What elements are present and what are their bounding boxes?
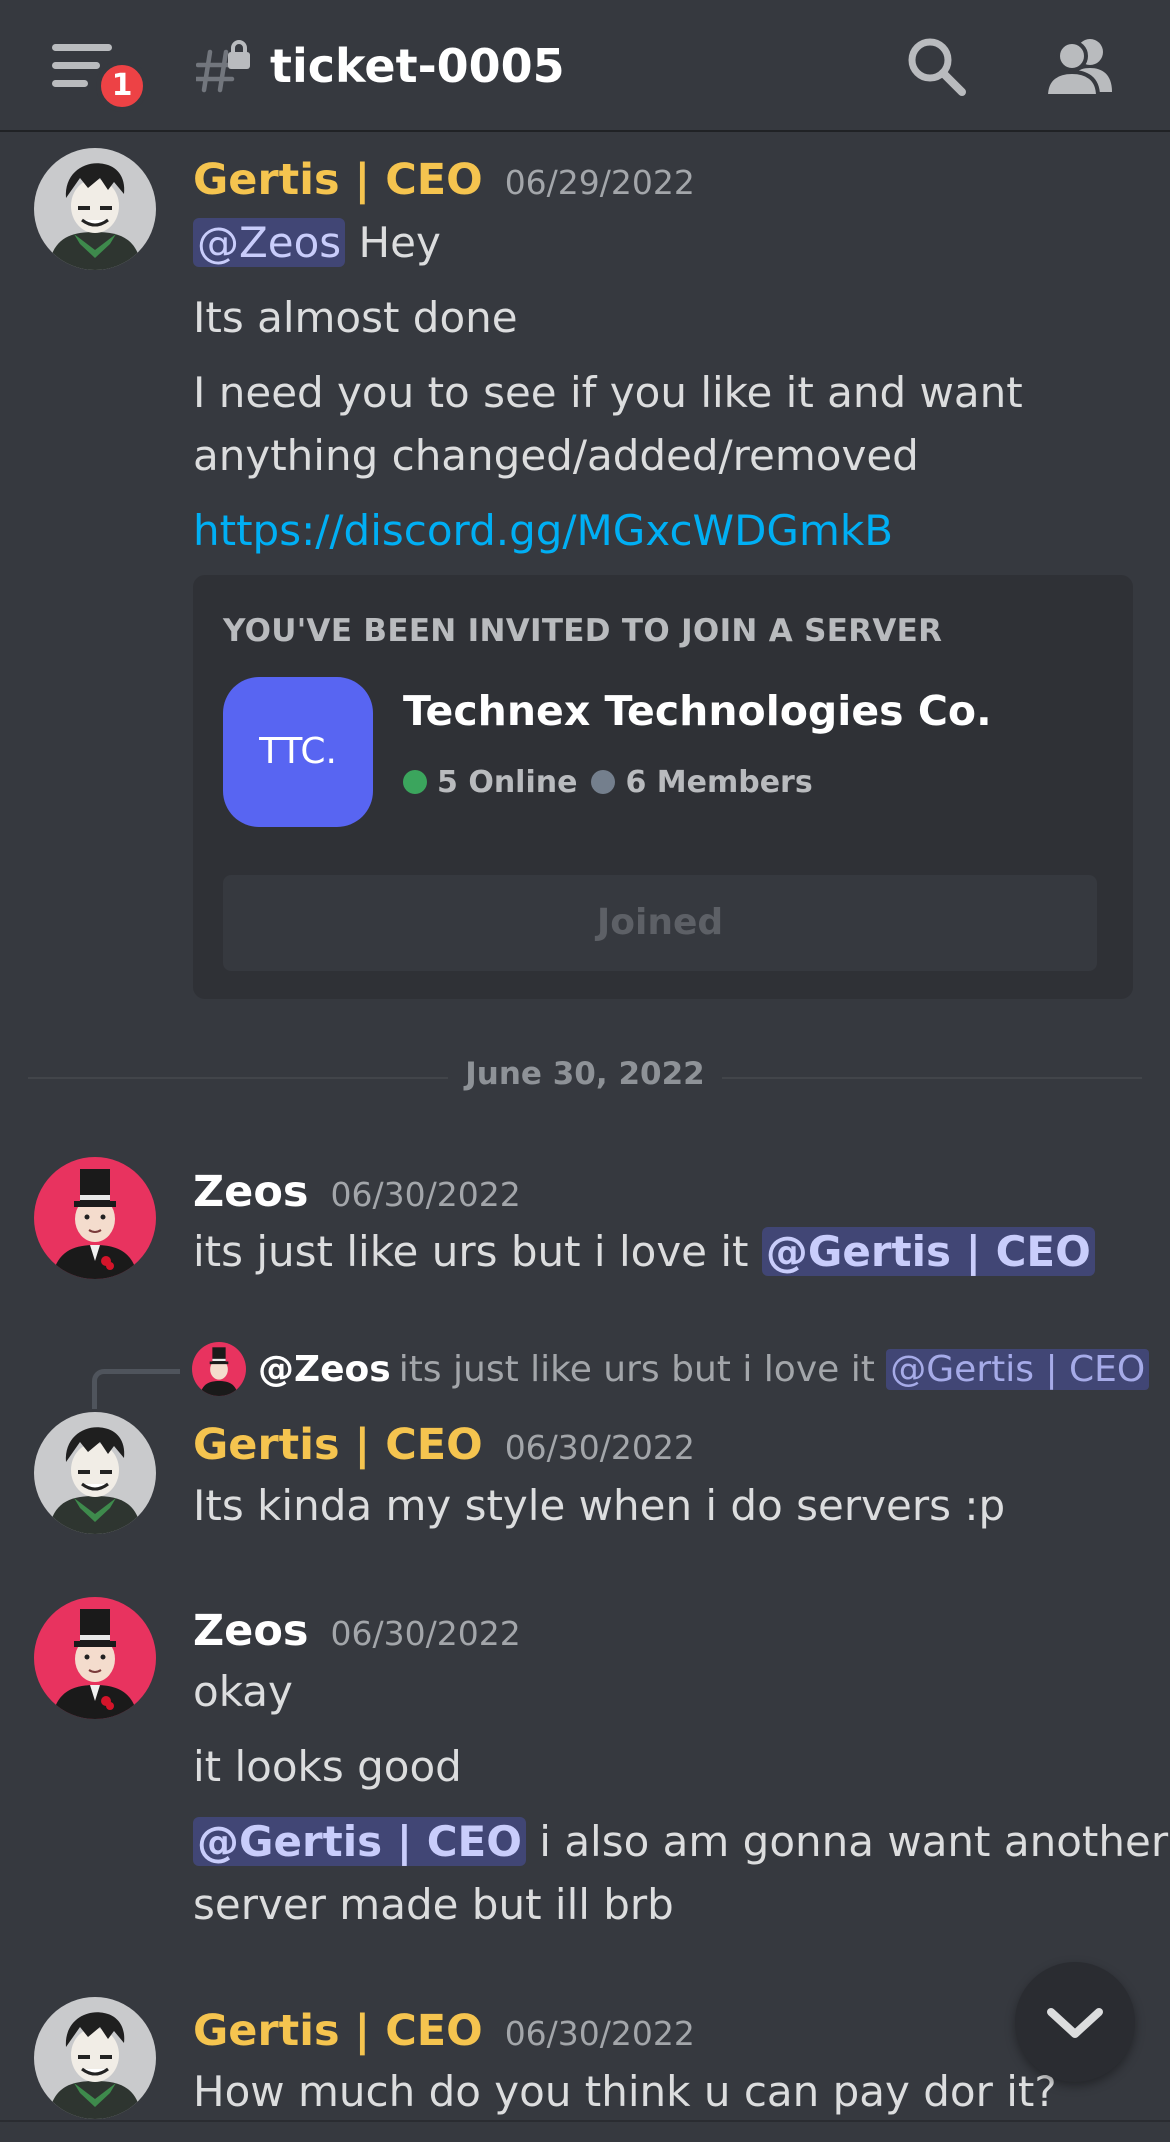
divider-line <box>28 1077 448 1079</box>
author-name[interactable]: Zeos <box>193 1606 308 1656</box>
joined-button[interactable]: Joined <box>223 875 1097 971</box>
avatar[interactable] <box>34 1412 156 1534</box>
locked-channel-icon <box>196 40 250 93</box>
message-line: okay <box>193 1667 293 1716</box>
message-text: i also am gonna want another <box>525 1817 1169 1866</box>
members-icon[interactable] <box>1044 34 1114 98</box>
members-dot-icon <box>591 770 616 794</box>
message-line: it looks good <box>193 1742 462 1791</box>
server-stats: 5 Online 6 Members <box>403 765 813 800</box>
invite-heading: YOU'VE BEEN INVITED TO JOIN A SERVER <box>223 613 943 649</box>
channel-name: ticket-0005 <box>270 39 565 93</box>
message-line: Its almost done <box>193 293 518 342</box>
jump-to-present-button[interactable] <box>1015 1962 1135 2082</box>
server-invite-card: YOU'VE BEEN INVITED TO JOIN A SERVER TTC… <box>193 575 1133 999</box>
timestamp: 06/30/2022 <box>504 2014 695 2053</box>
message-line: its just like urs but i love it @Gertis … <box>193 1221 1095 1283</box>
author-name[interactable]: Gertis | CEO <box>193 155 483 205</box>
user-mention[interactable]: @Gertis | CEO <box>761 1227 1095 1276</box>
message-line: How much do you think u can pay dor it? <box>193 2067 1057 2116</box>
message-line: Its kinda my style when i do servers :p <box>193 1481 1006 1530</box>
message-header: Zeos 06/30/2022 <box>193 1601 521 1661</box>
chevron-down-icon <box>1047 2008 1103 2038</box>
timestamp: 06/30/2022 <box>504 1428 695 1467</box>
reply-mention: @Gertis | CEO <box>886 1349 1150 1390</box>
author-name[interactable]: Zeos <box>193 1167 308 1217</box>
message-header: Gertis | CEO 06/30/2022 <box>193 2001 695 2061</box>
reply-spine <box>92 1369 180 1409</box>
avatar[interactable] <box>34 1157 156 1279</box>
timestamp: 06/30/2022 <box>330 1614 521 1653</box>
user-mention[interactable]: @Zeos <box>193 218 346 267</box>
reply-avatar <box>192 1342 246 1396</box>
divider-line <box>0 2120 1170 2122</box>
author-name[interactable]: Gertis | CEO <box>193 2006 483 2056</box>
member-count: 6 Members <box>625 765 813 800</box>
avatar[interactable] <box>34 148 156 270</box>
online-dot-icon <box>403 770 427 794</box>
timestamp: 06/29/2022 <box>504 163 695 202</box>
online-count: 5 Online <box>437 765 578 800</box>
message-text: Hey <box>345 218 441 267</box>
author-name[interactable]: Gertis | CEO <box>193 1420 483 1470</box>
timestamp: 06/30/2022 <box>330 1175 521 1214</box>
divider-line <box>722 1077 1142 1079</box>
message-line: anything changed/added/removed <box>193 431 919 480</box>
message-header: Gertis | CEO 06/29/2022 <box>193 150 695 210</box>
message-line: server made but ill brb <box>193 1880 674 1929</box>
message-line: I need you to see if you like it and wan… <box>193 368 1023 417</box>
date-divider: June 30, 2022 <box>465 1056 705 1092</box>
avatar[interactable] <box>34 1997 156 2119</box>
search-icon[interactable] <box>904 34 968 98</box>
message-line: @Gertis | CEO i also am gonna want anoth… <box>193 1811 1168 1873</box>
notification-badge: 1 <box>96 60 148 112</box>
user-mention[interactable]: @Gertis | CEO <box>193 1817 526 1866</box>
message-text: its just like urs but i love it <box>193 1227 762 1276</box>
reply-preview[interactable]: @Zeos its just like urs but i love it @Ge… <box>258 1346 1150 1394</box>
server-name: Technex Technologies Co. <box>403 687 992 735</box>
server-icon[interactable]: TTC. <box>223 677 373 827</box>
reply-author: @Zeos <box>258 1349 391 1390</box>
invite-link[interactable]: https://discord.gg/MGxcWDGmkB <box>193 500 893 562</box>
reply-text: its just like urs but i love it <box>398 1349 887 1390</box>
avatar[interactable] <box>34 1597 156 1719</box>
channel-header: 1 ticket-0005 <box>0 0 1170 132</box>
message-line: @Zeos Hey <box>193 212 441 274</box>
message-header: Zeos 06/30/2022 <box>193 1162 521 1222</box>
message-header: Gertis | CEO 06/30/2022 <box>193 1415 695 1475</box>
